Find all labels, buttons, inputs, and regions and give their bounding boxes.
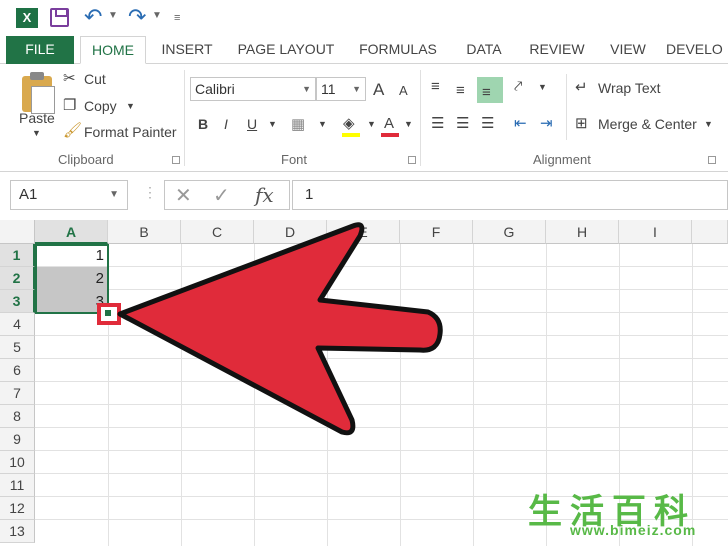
watermark: 生活百科 www.bimeiz.com [528,484,728,546]
pointer-arrow [117,222,443,436]
watermark-url: www.bimeiz.com [570,522,697,538]
arrow-shape [117,222,443,436]
